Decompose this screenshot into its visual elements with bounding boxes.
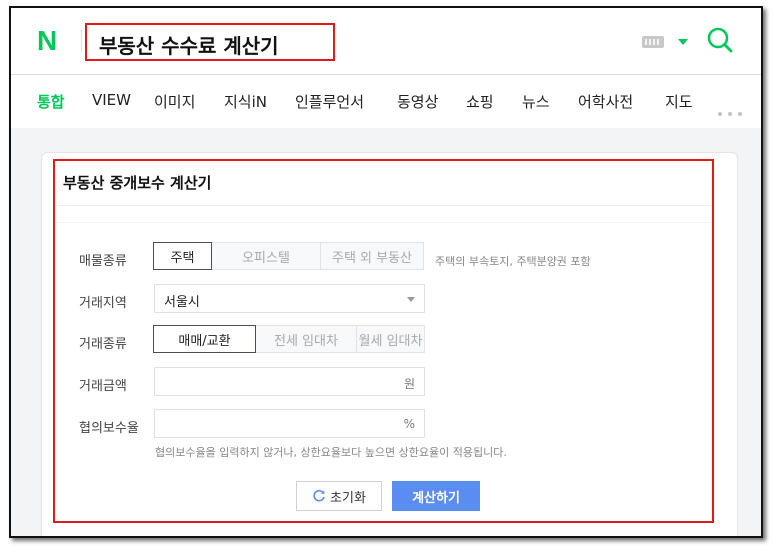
- keyboard-icon[interactable]: [642, 36, 664, 48]
- calculator-title: 부동산 중개보수 계산기: [63, 174, 212, 192]
- search-query-text: 부동산 수수료 계산기: [99, 34, 279, 58]
- calculate-button[interactable]: 계산하기: [392, 481, 480, 511]
- rate-hint: 협의보수율을 입력하지 않거나, 상한요율보다 높으면 상한요율이 적용됩니다.: [155, 446, 507, 459]
- tab-view[interactable]: VIEW: [92, 91, 131, 109]
- amount-field[interactable]: 원: [154, 367, 425, 396]
- deal-type-option-monthly[interactable]: 월세 임대차: [357, 325, 425, 353]
- browser-frame: N 부동산 수수료 계산기 통합 VIEW 이미지 지식iN 인플루언서 동영상…: [9, 6, 763, 538]
- more-icon[interactable]: [718, 101, 754, 116]
- region-label: 거래지역: [79, 296, 127, 311]
- deal-type-label: 거래종류: [79, 337, 127, 352]
- refresh-icon: [313, 489, 325, 502]
- deal-type-selector: 매매/교환 전세 임대차 월세 임대차: [153, 325, 425, 353]
- tab-news[interactable]: 뉴스: [522, 91, 550, 112]
- property-type-option-other[interactable]: 주택 외 부동산: [321, 242, 424, 270]
- property-type-hint: 주택의 부속토지, 주택분양권 포함: [435, 255, 591, 268]
- search-header: N 부동산 수수료 계산기: [11, 8, 761, 75]
- tab-map[interactable]: 지도: [665, 91, 693, 112]
- search-icon[interactable]: [706, 26, 734, 54]
- search-tabs: 통합 VIEW 이미지 지식iN 인플루언서 동영상 쇼핑 뉴스 어학사전 지도: [11, 75, 761, 127]
- tab-video[interactable]: 동영상: [397, 91, 438, 112]
- amount-label: 거래금액: [79, 379, 127, 394]
- rate-input[interactable]: [155, 410, 406, 437]
- amount-unit: 원: [403, 377, 415, 391]
- rate-label: 협의보수율: [79, 421, 139, 436]
- property-type-option-officetel[interactable]: 오피스텔: [212, 242, 321, 270]
- tab-images[interactable]: 이미지: [154, 91, 195, 112]
- naver-logo[interactable]: N: [37, 27, 61, 55]
- divider: [57, 222, 711, 223]
- reset-button[interactable]: 초기화: [296, 481, 382, 511]
- divider: [57, 205, 711, 206]
- tab-dictionary[interactable]: 어학사전: [578, 91, 633, 112]
- amount-input[interactable]: [155, 368, 406, 395]
- rate-field[interactable]: %: [154, 409, 425, 438]
- deal-type-option-sale[interactable]: 매매/교환: [153, 325, 256, 353]
- logo-divider: [81, 30, 82, 52]
- region-select[interactable]: 서울시: [154, 284, 425, 313]
- reset-label: 초기화: [330, 490, 366, 506]
- region-value: 서울시: [164, 295, 200, 310]
- chevron-down-icon: [407, 297, 415, 302]
- tab-kin[interactable]: 지식iN: [224, 91, 267, 112]
- property-type-option-house[interactable]: 주택: [153, 242, 212, 270]
- search-query-box[interactable]: 부동산 수수료 계산기: [85, 23, 335, 61]
- tab-influencer[interactable]: 인플루언서: [295, 91, 364, 112]
- deal-type-option-jeonse[interactable]: 전세 임대차: [256, 325, 357, 353]
- tab-integrated[interactable]: 통합: [37, 91, 65, 112]
- rate-unit: %: [403, 417, 415, 431]
- chevron-down-icon[interactable]: [678, 39, 688, 45]
- property-type-selector: 주택 오피스텔 주택 외 부동산: [153, 242, 424, 270]
- tab-shopping[interactable]: 쇼핑: [466, 91, 494, 112]
- property-type-label: 매물종류: [79, 254, 127, 269]
